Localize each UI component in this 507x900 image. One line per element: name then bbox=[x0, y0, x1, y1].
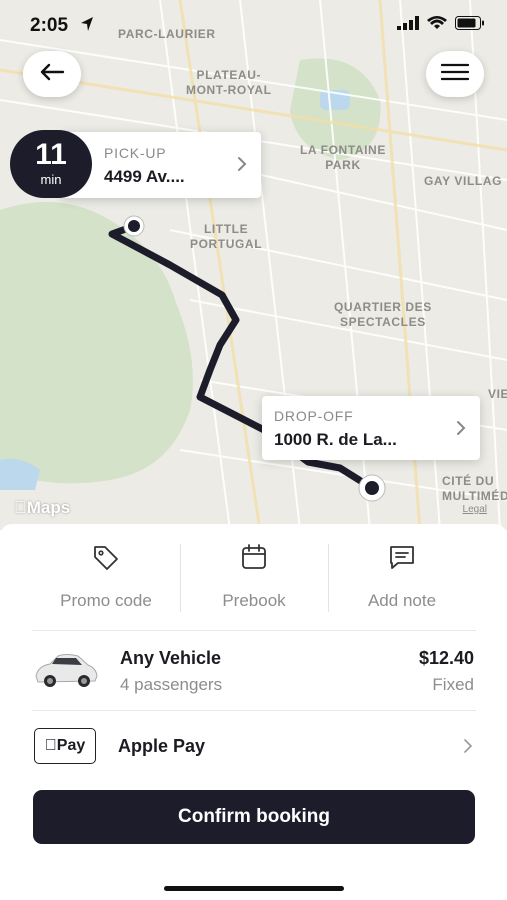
home-indicator bbox=[164, 886, 344, 891]
calendar-icon bbox=[240, 543, 268, 576]
apple-pay-badge: Pay bbox=[34, 728, 96, 764]
prebook-label: Prebook bbox=[222, 591, 286, 610]
map-label: CITÉ DU MULTIMÉD bbox=[442, 474, 507, 503]
vehicle-name: Any Vehicle bbox=[120, 648, 222, 668]
divider bbox=[180, 544, 181, 612]
vehicle-price: $12.40 bbox=[418, 648, 474, 668]
map-label: PARC-LAURIER bbox=[118, 27, 216, 41]
eta-unit: min bbox=[40, 172, 62, 187]
map-label: QUARTIER DES SPECTACLES bbox=[334, 300, 432, 329]
dropoff-label: DROP-OFF bbox=[274, 408, 354, 424]
location-arrow-icon bbox=[80, 16, 94, 37]
maps-brand-text: Maps bbox=[14, 498, 70, 517]
booking-sheet: Promo code Prebook Add note Any Vehicle … bbox=[0, 524, 507, 900]
back-button[interactable] bbox=[23, 51, 81, 97]
vehicle-price-block: $12.40 Fixed bbox=[419, 648, 474, 695]
chevron-right-icon bbox=[464, 739, 473, 758]
promo-code-button[interactable]: Promo code bbox=[32, 544, 180, 612]
hamburger-menu-icon bbox=[440, 63, 470, 86]
vehicle-option[interactable]: Any Vehicle 4 passengers $12.40 Fixed bbox=[32, 648, 476, 708]
add-note-button[interactable]: Add note bbox=[328, 544, 476, 612]
status-bar: 2:05 bbox=[0, 0, 507, 50]
confirm-booking-button[interactable]: Confirm booking bbox=[33, 790, 475, 844]
action-row: Promo code Prebook Add note bbox=[32, 543, 476, 612]
map-label: GAY VILLAG bbox=[424, 174, 503, 188]
tag-icon bbox=[92, 543, 120, 576]
apple-maps-logo: Maps bbox=[14, 498, 70, 518]
arrow-left-icon bbox=[39, 63, 65, 86]
dropoff-address: 1000 R. de La... bbox=[274, 430, 397, 449]
signal-icon bbox=[397, 16, 419, 35]
map-label: LITTLE PORTUGAL bbox=[190, 222, 263, 251]
promo-code-label: Promo code bbox=[60, 591, 152, 610]
map-label: PLATEAU- MONT-ROYAL bbox=[186, 68, 272, 97]
chevron-right-icon bbox=[237, 156, 247, 177]
status-time: 2:05 bbox=[30, 15, 69, 36]
payment-method-name: Apple Pay bbox=[118, 736, 206, 756]
map-view[interactable]: 2:05 PARC-LAURIER PLATEAU- MONT-ROYAL LA… bbox=[0, 0, 507, 530]
pricing-type: Fixed bbox=[432, 675, 474, 694]
divider bbox=[32, 710, 476, 711]
vehicle-passengers: 4 passengers bbox=[120, 675, 223, 694]
dropoff-card[interactable]: DROP-OFF 1000 R. de La... bbox=[262, 396, 480, 460]
divider bbox=[328, 544, 329, 612]
eta-badge: 11 min bbox=[10, 130, 92, 198]
prebook-button[interactable]: Prebook bbox=[180, 543, 328, 612]
apple-logo-icon:  bbox=[45, 737, 57, 755]
legal-link[interactable]: Legal bbox=[463, 504, 487, 515]
battery-icon bbox=[455, 16, 485, 35]
apple-logo-icon:  bbox=[14, 498, 27, 517]
divider bbox=[32, 630, 476, 631]
add-note-label: Add note bbox=[367, 591, 437, 610]
menu-button[interactable] bbox=[426, 51, 484, 97]
wifi-icon bbox=[427, 16, 447, 35]
message-icon bbox=[388, 543, 416, 576]
car-icon bbox=[32, 648, 100, 697]
payment-method-row[interactable]: Pay Apple Pay bbox=[32, 728, 476, 764]
pay-badge-text: Pay bbox=[50, 737, 85, 754]
map-label: VIE bbox=[488, 387, 507, 401]
map-label: LA FONTAINE PARK bbox=[300, 143, 386, 172]
eta-number: 11 bbox=[35, 138, 67, 171]
chevron-right-icon bbox=[456, 420, 466, 441]
